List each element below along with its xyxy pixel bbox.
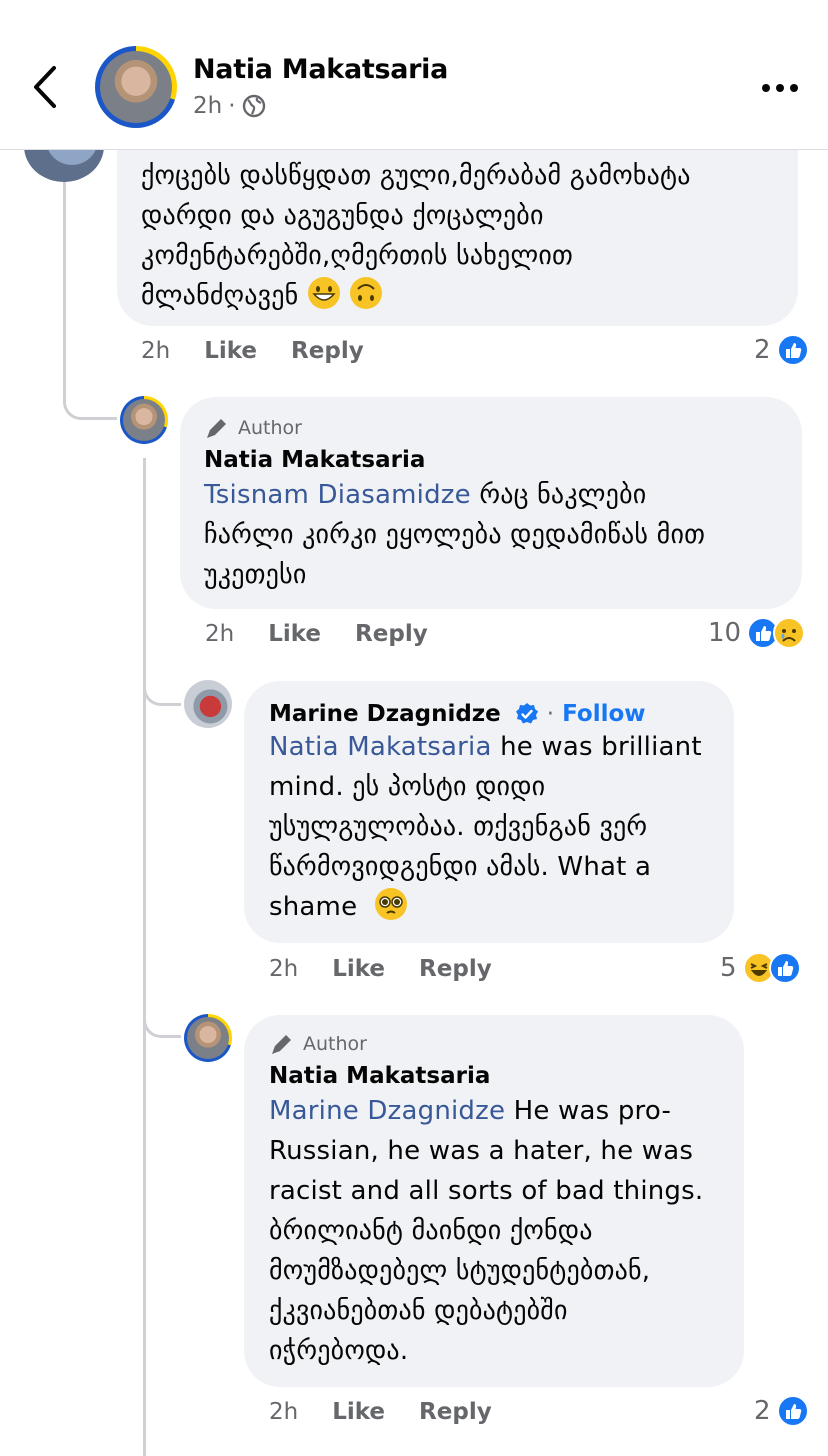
like-button[interactable]: Like xyxy=(204,338,257,364)
pen-icon xyxy=(272,1035,291,1054)
sad-reaction-icon xyxy=(773,617,806,649)
author-badge: Author xyxy=(204,415,705,441)
thread-connector-reply3 xyxy=(143,1000,181,1038)
globe-icon xyxy=(242,94,265,118)
comment-actions: 2h Like Reply xyxy=(141,338,364,364)
reply-button[interactable]: Reply xyxy=(419,956,492,982)
follow-button[interactable]: Follow xyxy=(562,701,645,727)
reply-time[interactable]: 2h xyxy=(205,621,234,647)
reply-button[interactable]: Reply xyxy=(291,338,364,364)
mention-link[interactable]: Tsisnam Diasamidze xyxy=(204,480,471,510)
reply-avatar[interactable] xyxy=(184,680,232,728)
reply-button[interactable]: Reply xyxy=(355,621,428,647)
reply-text: Tsisnam Diasamidze რაც ნაკლები ჩარლი კირ… xyxy=(204,480,706,590)
author-badge: Author xyxy=(269,1031,703,1057)
upside-down-emoji-icon xyxy=(350,277,383,309)
comment-text: ქოცებს დასწყდათ გული,მერაბამ გამოხატა და… xyxy=(141,161,691,311)
like-reaction-icon xyxy=(776,334,809,366)
reply-actions: 2h Like Reply xyxy=(205,621,428,647)
pen-icon xyxy=(207,419,226,438)
reaction-summary[interactable]: 5 xyxy=(720,952,801,984)
reply-bubble: Marine Dzagnidze · Follow Natia Makatsar… xyxy=(244,681,734,943)
reply-actions: 2h Like Reply xyxy=(269,956,492,982)
reply-time[interactable]: 2h xyxy=(269,956,298,982)
thread-connector-reply1 xyxy=(63,380,117,420)
mention-link[interactable]: Marine Dzagnidze xyxy=(269,1096,505,1126)
like-button[interactable]: Like xyxy=(332,956,385,982)
thread-line-replies xyxy=(143,458,146,1456)
profile-name[interactable]: Natia Makatsaria xyxy=(193,54,448,85)
verified-badge-icon xyxy=(515,703,538,724)
more-options-icon[interactable] xyxy=(760,80,800,96)
reaction-summary[interactable]: 2 xyxy=(754,334,809,366)
comment-time[interactable]: 2h xyxy=(141,338,170,364)
thread-connector-reply2 xyxy=(143,668,181,706)
reply-button[interactable]: Reply xyxy=(419,1399,492,1425)
comment-bubble: ქოცებს დასწყდათ გული,მერაბამ გამოხატა და… xyxy=(117,120,798,326)
reply-avatar[interactable] xyxy=(120,396,168,444)
post-time[interactable]: 2h xyxy=(193,93,222,119)
reply-text: Natia Makatsaria he was brilliant mind. … xyxy=(269,732,702,922)
post-header: Natia Makatsaria 2h · xyxy=(0,0,828,150)
reply-bubble: Author Natia Makatsaria Marine Dzagnidze… xyxy=(244,1015,744,1387)
post-meta: 2h · xyxy=(193,93,266,119)
reaction-summary[interactable]: 2 xyxy=(754,1395,809,1427)
reply-text: Marine Dzagnidze He was pro- Russian, he… xyxy=(269,1096,704,1366)
reply-author-name[interactable]: Natia Makatsaria xyxy=(269,1063,703,1089)
reply-actions: 2h Like Reply xyxy=(269,1399,492,1425)
like-reaction-icon xyxy=(776,1395,809,1427)
mention-link[interactable]: Natia Makatsaria xyxy=(269,732,492,762)
reply-avatar[interactable] xyxy=(184,1014,232,1062)
back-arrow-icon[interactable] xyxy=(26,62,66,112)
profile-avatar[interactable] xyxy=(95,46,177,128)
like-button[interactable]: Like xyxy=(268,621,321,647)
like-button[interactable]: Like xyxy=(332,1399,385,1425)
pleading-emoji-icon xyxy=(374,888,407,920)
grinning-emoji-icon xyxy=(307,277,340,309)
reaction-summary[interactable]: 10 xyxy=(708,617,806,649)
reply-bubble: Author Natia Makatsaria Tsisnam Diasamid… xyxy=(180,397,802,609)
reply-author-name[interactable]: Marine Dzagnidze xyxy=(269,701,501,727)
reply-author-name[interactable]: Natia Makatsaria xyxy=(204,447,705,473)
thread-line-main xyxy=(63,150,66,390)
like-reaction-icon xyxy=(768,952,801,984)
reply-time[interactable]: 2h xyxy=(269,1399,298,1425)
